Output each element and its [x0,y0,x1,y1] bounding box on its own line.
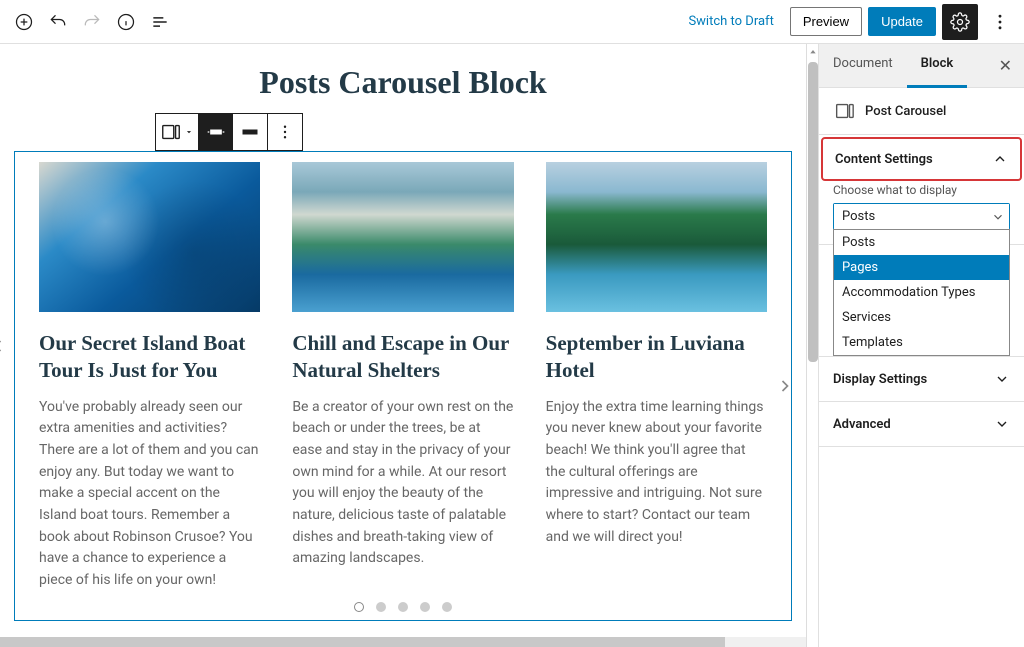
content-type-options: Posts Pages Accommodation Types Services… [833,229,1010,356]
align-wide-button[interactable] [199,114,233,150]
horizontal-scrollbar[interactable] [0,637,806,647]
chevron-down-icon [994,416,1010,432]
align-full-button[interactable] [233,114,267,150]
settings-sidebar: Document Block ✕ Post Carousel Content S… [818,44,1024,647]
content-option-pages[interactable]: Pages [834,255,1009,280]
chevron-down-icon [991,210,1005,224]
carousel-next-button[interactable] [775,372,795,400]
panel-advanced[interactable]: Advanced [819,402,1024,446]
post-carousel-block[interactable]: Our Secret Island Boat Tour Is Just for … [14,151,792,621]
editor-canvas: Posts Carousel Block [0,44,806,647]
update-button[interactable]: Update [868,7,936,36]
content-option-accommodation[interactable]: Accommodation Types [834,280,1009,305]
tab-block[interactable]: Block [907,44,968,87]
card-image [39,162,260,312]
settings-gear-button[interactable] [942,4,978,40]
preview-button[interactable]: Preview [790,7,862,36]
carousel-card: Our Secret Island Boat Tour Is Just for … [39,162,260,620]
carousel-dot[interactable] [376,602,386,612]
page-title[interactable]: Posts Carousel Block [0,64,806,101]
card-title: Our Secret Island Boat Tour Is Just for … [39,330,260,385]
tab-document[interactable]: Document [819,44,907,87]
more-options-button[interactable] [984,6,1016,38]
card-excerpt: You've probably already seen our extra a… [39,397,260,592]
block-more-button[interactable] [268,114,302,150]
carousel-dot[interactable] [354,602,364,612]
carousel-dot[interactable] [398,602,408,612]
carousel-icon [833,100,855,122]
content-type-select[interactable]: Posts Posts Pages Accommodation Types Se… [833,203,1010,230]
carousel-dot[interactable] [420,602,430,612]
block-toolbar [155,113,303,151]
block-info-header: Post Carousel [819,88,1024,135]
redo-button[interactable] [76,6,108,38]
content-option-services[interactable]: Services [834,305,1009,330]
panel-display-settings[interactable]: Display Settings [819,357,1024,401]
card-title: Chill and Escape in Our Natural Shelters [292,330,513,385]
chevron-up-icon [992,151,1008,167]
close-sidebar-button[interactable]: ✕ [987,44,1024,87]
card-image [292,162,513,312]
add-block-button[interactable] [8,6,40,38]
switch-to-draft-link[interactable]: Switch to Draft [678,8,783,35]
content-type-label: Choose what to display [833,183,1010,197]
card-excerpt: Be a creator of your own rest on the bea… [292,397,513,571]
carousel-card: Chill and Escape in Our Natural Shelters… [292,162,513,620]
carousel-prev-button[interactable] [0,332,8,360]
carousel-card: September in Luviana Hotel Enjoy the ext… [546,162,767,620]
content-option-posts[interactable]: Posts [834,230,1009,255]
carousel-pagination [354,602,452,612]
chevron-down-icon [994,371,1010,387]
card-excerpt: Enjoy the extra time learning things you… [546,397,767,549]
undo-button[interactable] [42,6,74,38]
block-name-label: Post Carousel [865,104,946,119]
content-option-templates[interactable]: Templates [834,330,1009,355]
outline-button[interactable] [144,6,176,38]
panel-content-settings[interactable]: Content Settings [821,137,1022,181]
card-image [546,162,767,312]
card-title: September in Luviana Hotel [546,330,767,385]
info-button[interactable] [110,6,142,38]
carousel-dot[interactable] [442,602,452,612]
top-toolbar: Switch to Draft Preview Update [0,0,1024,44]
block-type-selector[interactable] [156,114,198,150]
vertical-scrollbar[interactable] [806,44,818,647]
